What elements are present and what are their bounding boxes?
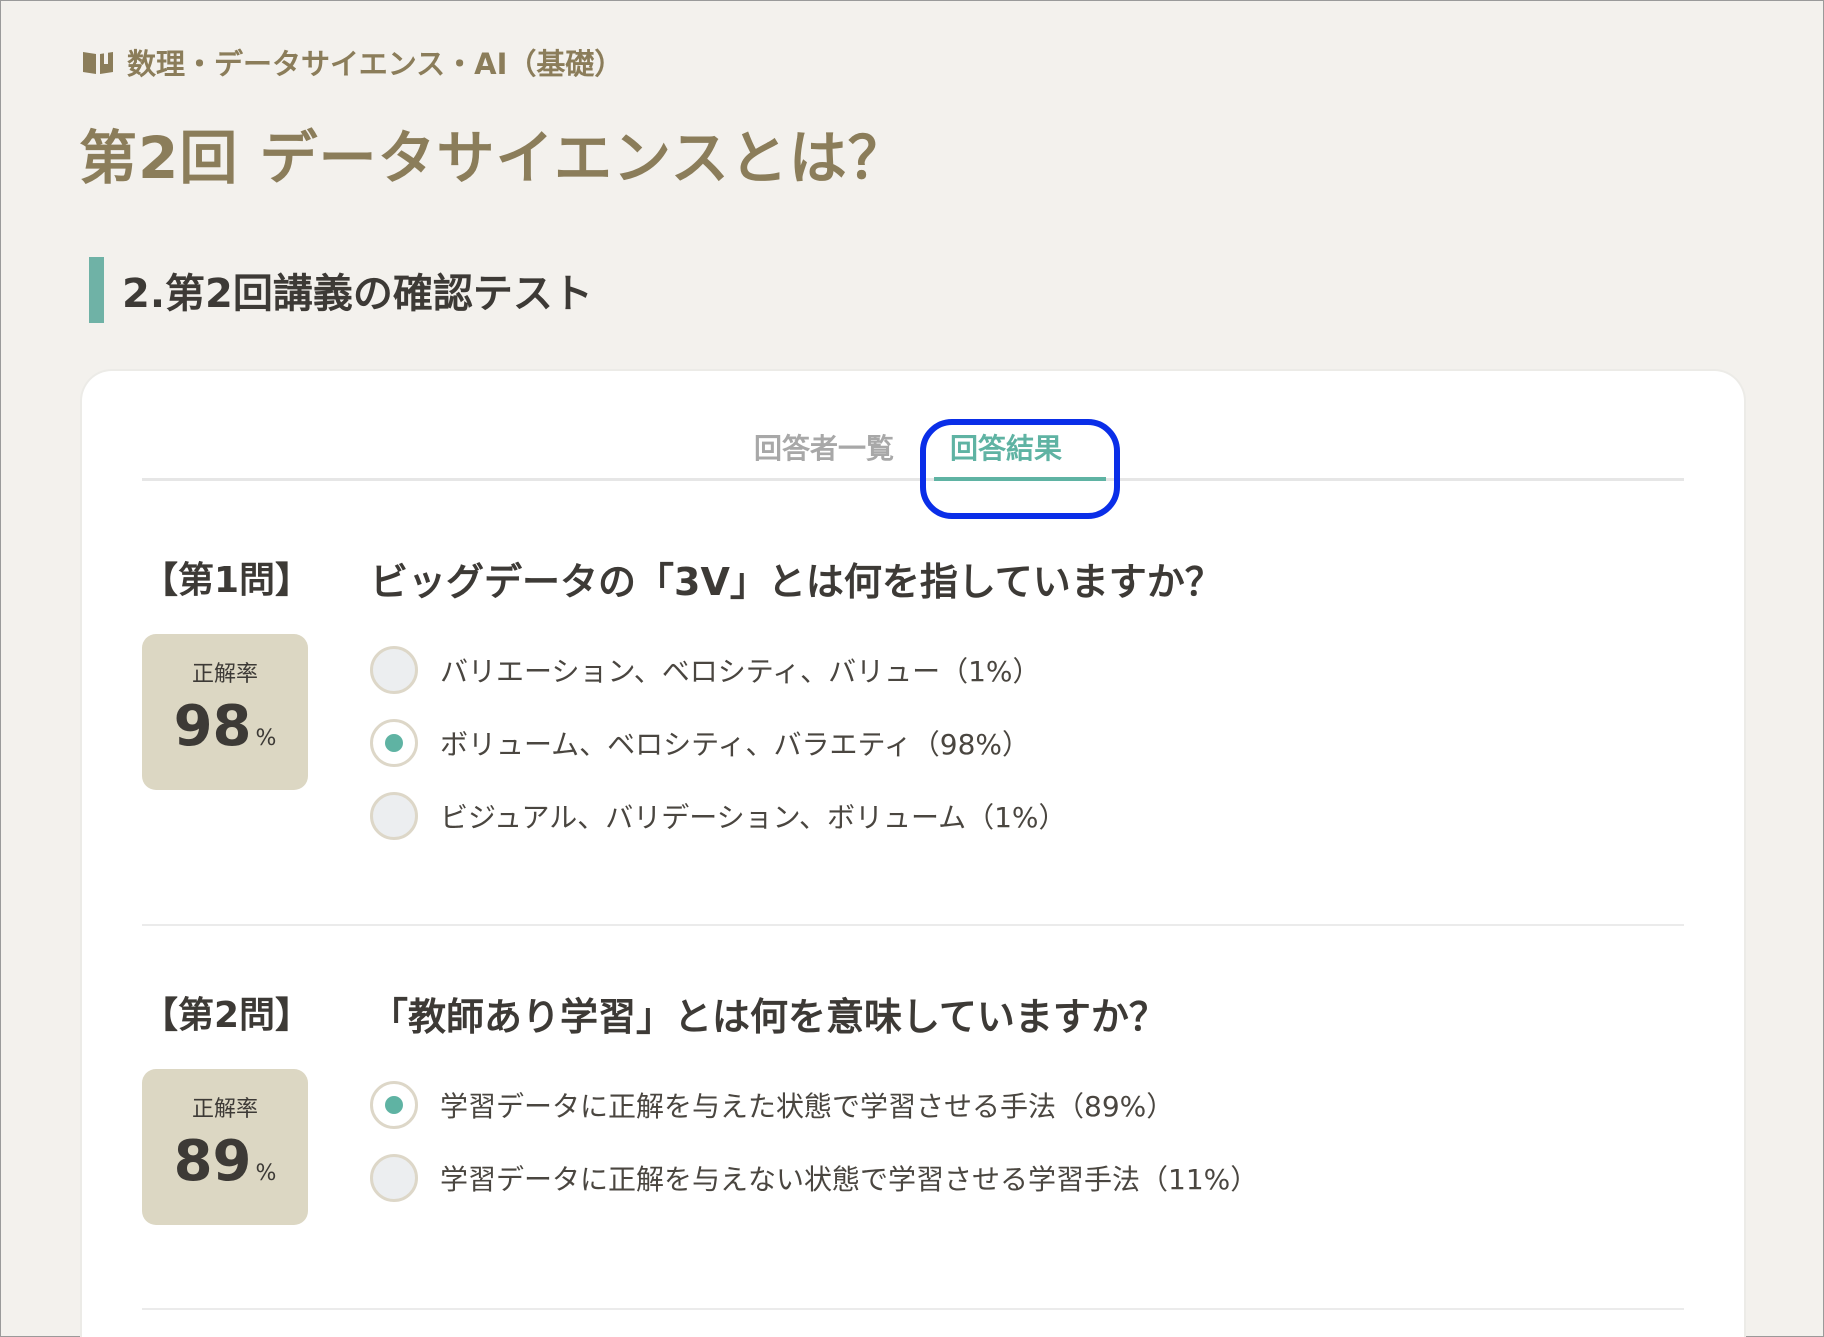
- highlight-ring: [920, 419, 1120, 519]
- correct-rate-box: 正解率 98%: [142, 634, 308, 790]
- radio-button-selected[interactable]: [370, 718, 418, 767]
- radio-button[interactable]: [370, 645, 418, 694]
- answer-options: バリエーション、ベロシティ、バリュー（1%） ボリューム、ベロシティ、バラエティ…: [370, 633, 1067, 852]
- correct-rate-label: 正解率: [191, 662, 258, 687]
- book-icon: [81, 48, 115, 76]
- question-1: 【第1問】 ビッグデータの「3V」とは何を指していますか？ 正解率 98% バリ…: [142, 551, 1684, 926]
- option-3[interactable]: ビジュアル、バリデーション、ボリューム（1%）: [370, 779, 1067, 852]
- rate-unit: %: [255, 1161, 277, 1186]
- section-title: 2.第2回講義の確認テスト: [122, 271, 593, 317]
- section-heading: 2.第2回講義の確認テスト: [89, 257, 593, 323]
- correct-rate-label: 正解率: [191, 1097, 258, 1122]
- results-card: 回答者一覧 回答結果 【第1問】 ビッグデータの「3V」とは何を指していますか？…: [82, 371, 1744, 1337]
- radio-button[interactable]: [370, 1153, 418, 1202]
- option-2[interactable]: ボリューム、ベロシティ、バラエティ（98%）: [370, 706, 1067, 779]
- question-number: 【第1問】: [142, 560, 312, 601]
- radio-button-selected[interactable]: [370, 1080, 418, 1129]
- question-number: 【第2問】: [142, 995, 312, 1036]
- tab-respondents[interactable]: 回答者一覧: [754, 427, 894, 467]
- correct-rate-value: 89%: [142, 1129, 308, 1194]
- radio-button[interactable]: [370, 791, 418, 840]
- option-2[interactable]: 学習データに正解を与えない状態で学習させる学習手法（11%）: [370, 1141, 1258, 1214]
- question-2: 【第2問】 「教師あり学習」とは何を意味していますか？ 正解率 89% 学習デー…: [142, 986, 1684, 1310]
- course-breadcrumb: 数理・データサイエンス・AI（基礎）: [81, 41, 623, 83]
- rate-number: 98: [173, 694, 252, 759]
- rate-unit: %: [255, 726, 277, 751]
- option-label: ボリューム、ベロシティ、バラエティ（98%）: [440, 727, 1031, 761]
- option-label: ビジュアル、バリデーション、ボリューム（1%）: [440, 800, 1067, 834]
- answer-options: 学習データに正解を与えた状態で学習させる手法（89%） 学習データに正解を与えな…: [370, 1068, 1258, 1214]
- option-1[interactable]: バリエーション、ベロシティ、バリュー（1%）: [370, 633, 1067, 706]
- correct-rate-box: 正解率 89%: [142, 1069, 308, 1225]
- tab-bar: 回答者一覧 回答結果: [142, 421, 1684, 481]
- correct-rate-value: 98%: [142, 694, 308, 759]
- rate-number: 89: [173, 1129, 252, 1194]
- section-accent-bar: [89, 257, 104, 323]
- option-1[interactable]: 学習データに正解を与えた状態で学習させる手法（89%）: [370, 1068, 1258, 1141]
- question-text: ビッグデータの「3V」とは何を指していますか？: [370, 560, 1223, 604]
- option-label: 学習データに正解を与えた状態で学習させる手法（89%）: [440, 1089, 1175, 1123]
- option-label: バリエーション、ベロシティ、バリュー（1%）: [440, 654, 1041, 688]
- option-label: 学習データに正解を与えない状態で学習させる学習手法（11%）: [440, 1162, 1259, 1196]
- question-text: 「教師あり学習」とは何を意味していますか？: [370, 995, 1167, 1039]
- page-title: 第2回 データサイエンスとは？: [79, 124, 907, 192]
- course-name: 数理・データサイエンス・AI（基礎）: [127, 47, 624, 81]
